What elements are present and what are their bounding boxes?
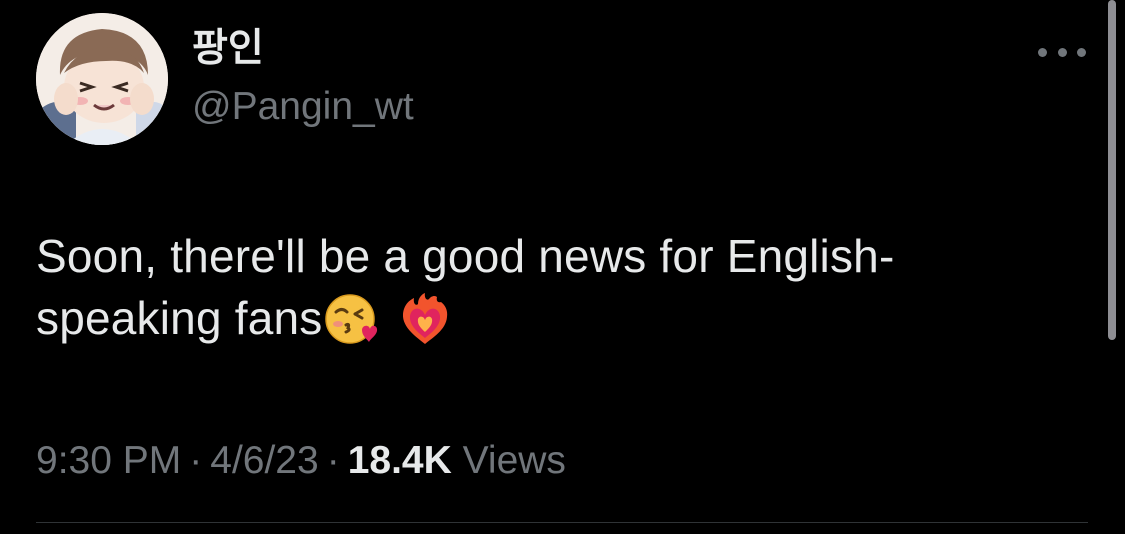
more-options-button[interactable] [1038, 40, 1086, 64]
heart-on-fire-emoji-icon [403, 293, 448, 344]
tweet-meta: 9:30 PM · 4/6/23 · 18.4K Views [36, 437, 566, 485]
tweet-text: Soon, there'll be a good news for Englis… [36, 225, 1086, 349]
meta-separator: · [189, 439, 203, 482]
avatar-illustration [36, 13, 168, 145]
tweet-text-line: Soon, there'll be a good news for Englis… [36, 230, 895, 282]
views-count[interactable]: 18.4K [348, 439, 452, 482]
avatar[interactable] [36, 13, 168, 145]
divider [36, 522, 1088, 523]
kissing-heart-emoji-icon [325, 294, 378, 344]
scrollbar[interactable] [1108, 0, 1116, 340]
tweet-time[interactable]: 9:30 PM [36, 439, 181, 482]
meta-separator: · [326, 439, 340, 482]
user-handle[interactable]: @Pangin_wt [192, 84, 414, 130]
tweet-date[interactable]: 4/6/23 [210, 439, 318, 482]
tweet-text-line-2: speaking fans [36, 292, 323, 344]
views-label[interactable]: Views [463, 439, 566, 482]
tweet-text-line: speaking fans [36, 287, 1086, 349]
ellipsis-icon-dot [1057, 47, 1067, 57]
ellipsis-icon-dot [1077, 47, 1086, 57]
ellipsis-icon-dot [1038, 47, 1047, 57]
display-name[interactable]: 팡인 [192, 26, 264, 72]
